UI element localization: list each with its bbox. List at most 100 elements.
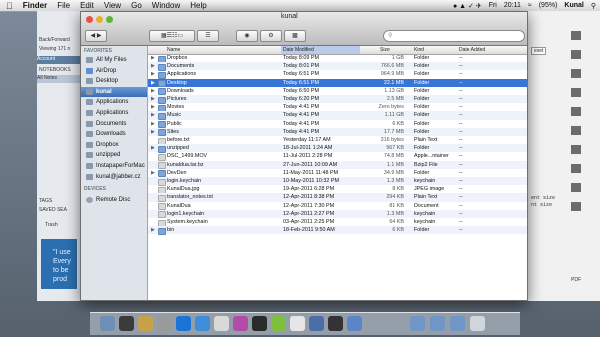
- menu-go[interactable]: Go: [131, 1, 142, 10]
- disclosure-triangle-icon[interactable]: ▶: [151, 103, 155, 111]
- finder-icon[interactable]: [100, 316, 115, 331]
- sidebar-item-kunal-jabber-cz[interactable]: kunal@jabber.cz: [81, 172, 147, 182]
- file-row[interactable]: ▶ Pictures Today 6:20 PM 2.5 MB Folder --: [148, 95, 527, 104]
- sidebar-item-desktop[interactable]: Desktop: [81, 76, 147, 86]
- spotlight-icon[interactable]: ⚲: [591, 2, 596, 10]
- textedit-icon[interactable]: [214, 316, 229, 331]
- file-row[interactable]: KunalDua 12-Apr-2011 7:30 PM 81 KB Document…: [148, 202, 527, 211]
- disclosure-triangle-icon[interactable]: ▶: [151, 62, 155, 70]
- user-menu[interactable]: Kunal: [564, 2, 583, 9]
- file-row[interactable]: ▶ Desktop Today 6:51 PM 22.1 MB Folder --: [148, 78, 527, 88]
- sidebar-item-kunal[interactable]: kunal: [81, 86, 147, 97]
- back-forward-buttons[interactable]: ◀ ▶: [85, 30, 107, 42]
- file-row[interactable]: before.txt Yesterday 11:17 AM 316 bytes Pla…: [148, 136, 527, 145]
- file-row[interactable]: ▶ Downloads Today 6:50 PM 1.13 GB Folder --: [148, 87, 527, 96]
- wifi-icon[interactable]: ≈: [528, 2, 532, 9]
- sidebar-item-documents[interactable]: Documents: [81, 119, 147, 129]
- file-row[interactable]: KunalDua.jpg 19-Apr-2011 6:28 PM 8 KB JPEG …: [148, 185, 527, 194]
- arrange-button[interactable]: ☰: [197, 30, 219, 42]
- file-row[interactable]: ▶ Applications Today 6:51 PM 964.9 MB Folder…: [148, 70, 527, 79]
- safari-icon[interactable]: [176, 316, 191, 331]
- sidebar-item-airdrop[interactable]: AirDrop: [81, 66, 147, 76]
- apple-menu-icon[interactable]: : [6, 1, 13, 11]
- account-tab[interactable]: Account: [37, 56, 80, 64]
- menu-edit[interactable]: Edit: [80, 1, 94, 10]
- system-preferences-icon[interactable]: [157, 316, 172, 331]
- disclosure-triangle-icon[interactable]: ▶: [151, 144, 155, 152]
- disclosure-triangle-icon[interactable]: ▶: [151, 87, 155, 95]
- file-row[interactable]: login.keychain 10-May-2011 10:32 PM 1.3 MB…: [148, 177, 527, 186]
- mail-icon[interactable]: [195, 316, 210, 331]
- menu-window[interactable]: Window: [152, 1, 180, 10]
- column-date-added[interactable]: Date Added: [459, 46, 485, 54]
- status-icons[interactable]: ● ▲ ✓ ✈: [453, 2, 482, 10]
- reset-button[interactable]: eset: [531, 47, 547, 55]
- disclosure-triangle-icon[interactable]: ▶: [151, 128, 155, 136]
- file-row[interactable]: System.keychain 03-Apr-2011 2:25 PM 64 KB k…: [148, 218, 527, 227]
- file-row[interactable]: ▶ unzipped 18-Jul-2011 1:24 AM 567 KB Folder…: [148, 144, 527, 153]
- sidebar-item-all-my-files[interactable]: All My Files: [81, 55, 147, 65]
- file-row[interactable]: kunaldua.tar.bz 27-Jun-2011 10:09 AM 1.1 M…: [148, 160, 527, 170]
- zoom-button[interactable]: [106, 16, 113, 23]
- activity-icon[interactable]: [328, 316, 343, 331]
- folder-icon[interactable]: [347, 316, 362, 331]
- file-row[interactable]: login1.keychain 12-Apr-2011 2:27 PM 1.3 MB…: [148, 209, 527, 219]
- column-size[interactable]: Size: [380, 46, 390, 54]
- documents-stack-icon[interactable]: [450, 316, 465, 331]
- itunes-icon[interactable]: [233, 316, 248, 331]
- menu-help[interactable]: Help: [190, 1, 206, 10]
- column-name[interactable]: Name: [167, 46, 180, 54]
- file-row[interactable]: ▶ DevDen 11-May-2011 11:48 PM 34.9 MB Folder…: [148, 169, 527, 178]
- view-mode-buttons[interactable]: ▦☰☷▭: [149, 30, 195, 42]
- disclosure-triangle-icon[interactable]: ▶: [151, 95, 155, 103]
- downloads-stack-icon[interactable]: [430, 316, 445, 331]
- action-gear-icon[interactable]: ⚙: [260, 30, 282, 42]
- terminal-icon[interactable]: [119, 316, 134, 331]
- share-button[interactable]: ▩: [284, 30, 306, 42]
- xcode-icon[interactable]: [309, 316, 324, 331]
- file-row[interactable]: translator_notes.txt 12-Apr-2011 8:38 PM 2…: [148, 193, 527, 202]
- file-row[interactable]: ▶ Sites Today 4:41 PM 17.7 MB Folder --: [148, 127, 527, 137]
- calendar-icon[interactable]: [290, 316, 305, 331]
- sidebar-item-dropbox[interactable]: Dropbox: [81, 140, 147, 150]
- disclosure-triangle-icon[interactable]: ▶: [151, 120, 155, 128]
- disclosure-triangle-icon[interactable]: ▶: [151, 70, 155, 78]
- disclosure-triangle-icon[interactable]: ▶: [151, 226, 155, 234]
- file-row[interactable]: ▶ Dropbox Today 8:09 PM 1 GB Folder --: [148, 54, 527, 63]
- quick-look-eye-icon[interactable]: ◉: [236, 30, 258, 42]
- clock[interactable]: 20:11: [504, 2, 521, 9]
- chat-icon[interactable]: [271, 316, 286, 331]
- file-row[interactable]: ▶ Public Today 4:41 PM 6 KB Folder --: [148, 120, 527, 129]
- sidebar-item-applications[interactable]: Applications: [81, 97, 147, 107]
- title-bar[interactable]: kunal ◀ ▶ ▦☰☷▭ ☰ ◉ ⚙ ▩ ⚲: [81, 12, 527, 46]
- sidebar-item-applications[interactable]: Applications: [81, 108, 147, 118]
- disclosure-triangle-icon[interactable]: ▶: [151, 54, 155, 62]
- trash-icon[interactable]: [470, 316, 485, 331]
- file-row[interactable]: ▶ Documents Today 8:01 PM 766.6 MB Folder --: [148, 62, 527, 71]
- menu-finder[interactable]: Finder: [23, 1, 47, 10]
- file-row[interactable]: ▶ bin 18-Feb-2011 9:50 AM 6 KB Folder --: [148, 226, 527, 235]
- menu-file[interactable]: File: [57, 1, 70, 10]
- close-button[interactable]: [86, 16, 93, 23]
- sidebar-item-unzipped[interactable]: unzipped: [81, 150, 147, 160]
- file-row[interactable]: ▶ Music Today 4:41 PM 1.11 GB Folder --: [148, 111, 527, 120]
- column-kind[interactable]: Kind: [414, 46, 424, 54]
- sidebar-device-remote-disc[interactable]: Remote Disc: [81, 195, 147, 205]
- disclosure-triangle-icon[interactable]: ▶: [151, 79, 155, 87]
- column-date-modified[interactable]: Date Modified: [281, 46, 360, 54]
- stack-folder-icon[interactable]: [410, 316, 425, 331]
- menu-view[interactable]: View: [104, 1, 121, 10]
- battery-label[interactable]: (95%): [539, 2, 558, 9]
- sidebar-item-instapaperformac[interactable]: InstapaperForMac: [81, 161, 147, 171]
- disclosure-triangle-icon[interactable]: ▶: [151, 111, 155, 119]
- sidebar-item-downloads[interactable]: Downloads: [81, 129, 147, 139]
- search-input[interactable]: ⚲: [383, 30, 525, 42]
- preview-icon[interactable]: [138, 316, 153, 331]
- console-icon[interactable]: [252, 316, 267, 331]
- trash-item[interactable]: Trash: [45, 222, 58, 228]
- minimize-button[interactable]: [96, 16, 103, 23]
- file-row[interactable]: ▶ Movies Today 4:41 PM Zero bytes Folder --: [148, 103, 527, 112]
- file-row[interactable]: DSC_1499.MOV 11-Jul-2011 2:28 PM 74.8 MB Ap…: [148, 152, 527, 161]
- disclosure-triangle-icon[interactable]: ▶: [151, 169, 155, 177]
- all-notes-item[interactable]: All Notes: [37, 75, 80, 83]
